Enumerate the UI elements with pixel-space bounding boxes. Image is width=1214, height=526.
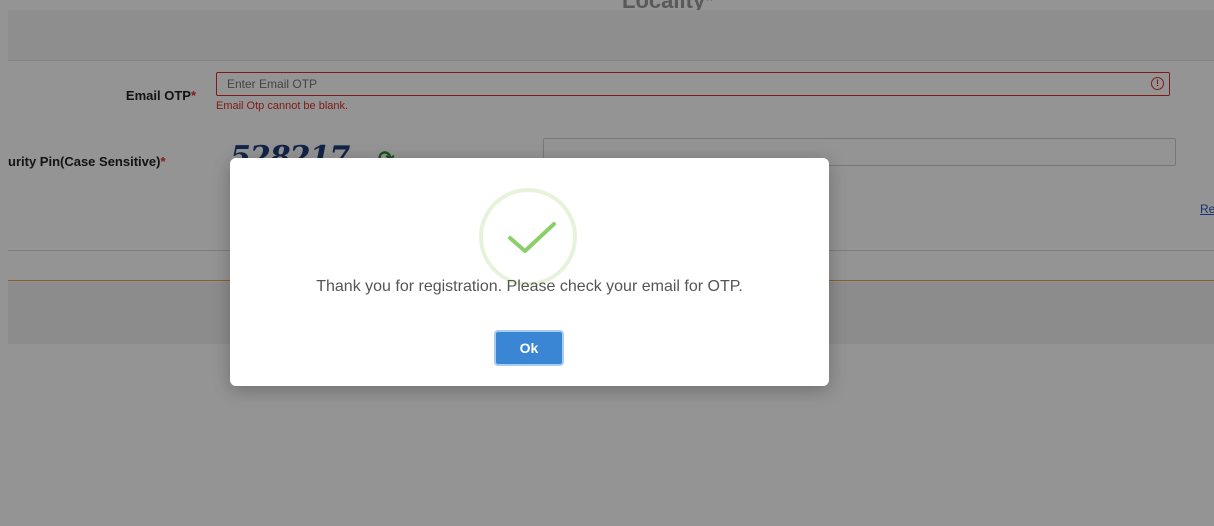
ok-button[interactable]: Ok <box>494 330 564 366</box>
check-icon <box>508 222 556 253</box>
success-dialog: Thank you for registration. Please check… <box>230 158 829 386</box>
success-icon-ring <box>479 188 577 286</box>
dialog-message: Thank you for registration. Please check… <box>316 278 743 295</box>
